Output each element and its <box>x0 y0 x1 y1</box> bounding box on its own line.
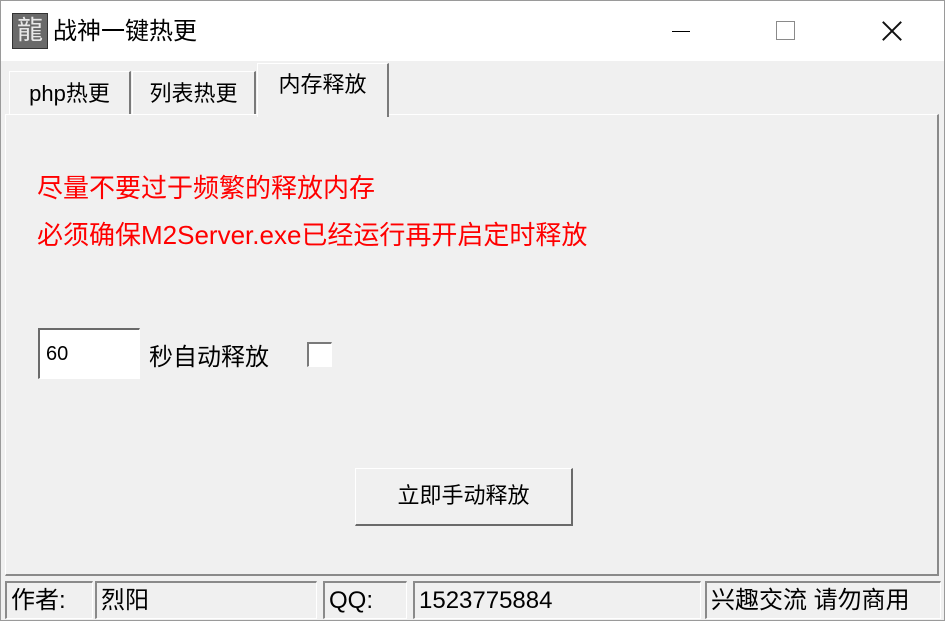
close-button[interactable] <box>849 1 929 61</box>
app-window: 龍 战神一键热更 php热更 列表热更 内存释放 尽量不要过于频繁的释放内存 必… <box>0 0 945 621</box>
minimize-button[interactable] <box>641 1 721 61</box>
title-bar[interactable]: 龍 战神一键热更 <box>1 1 944 61</box>
maximize-icon <box>776 21 795 40</box>
status-author-label: 作者: <box>5 581 93 619</box>
auto-release-checkbox[interactable] <box>307 342 332 367</box>
status-qq-label: QQ: <box>323 581 407 619</box>
warning-text-line1: 尽量不要过于频繁的释放内存 <box>37 173 376 203</box>
status-note: 兴趣交流 请勿商用 <box>705 581 941 619</box>
tab-php-hotupdate[interactable]: php热更 <box>9 71 131 115</box>
manual-release-button[interactable]: 立即手动释放 <box>355 468 573 526</box>
minimize-icon <box>672 31 690 32</box>
dragon-character-icon: 龍 <box>12 13 48 49</box>
window-title: 战神一键热更 <box>53 17 197 45</box>
tab-list-hotupdate[interactable]: 列表热更 <box>132 71 256 115</box>
tab-memory-release[interactable]: 内存释放 <box>257 63 389 117</box>
interval-label: 秒自动释放 <box>149 344 269 371</box>
tab-strip: php热更 列表热更 内存释放 <box>1 61 944 117</box>
status-qq-value: 1523775884 <box>413 581 701 619</box>
maximize-button[interactable] <box>745 1 825 61</box>
warning-text-line2: 必须确保M2Server.exe已经运行再开启定时释放 <box>37 220 588 250</box>
status-author-value: 烈阳 <box>95 581 317 619</box>
interval-seconds-input[interactable] <box>38 328 140 379</box>
